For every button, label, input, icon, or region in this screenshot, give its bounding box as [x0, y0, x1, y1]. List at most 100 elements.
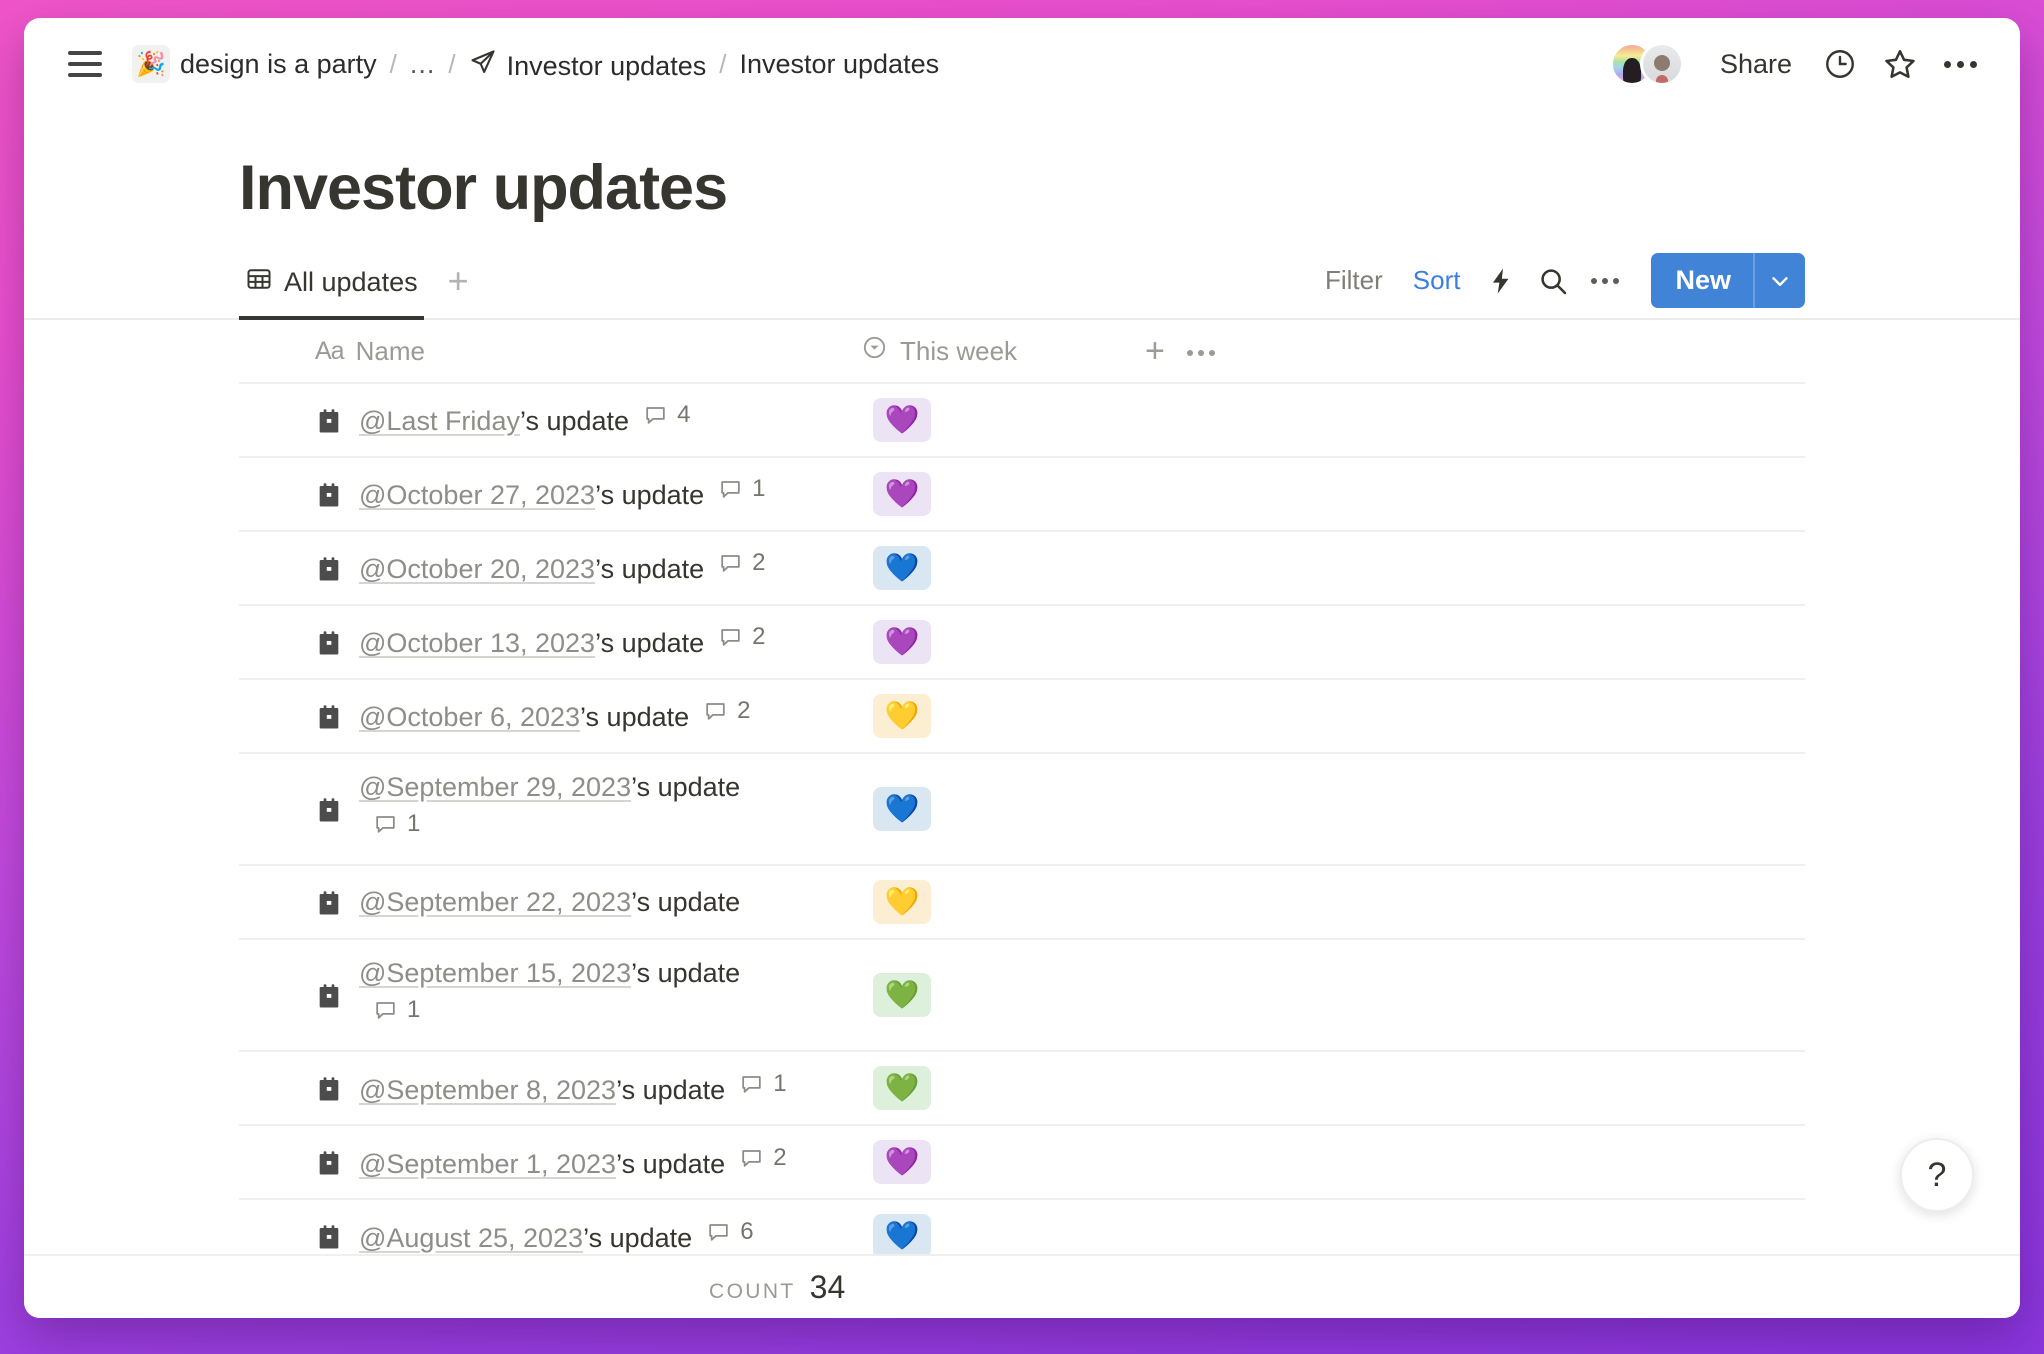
- comment-count[interactable]: 2: [703, 694, 751, 729]
- cell-this-week[interactable]: 💛: [861, 866, 1141, 938]
- new-button[interactable]: New: [1651, 253, 1753, 308]
- row-title[interactable]: @Last Friday’s update 4: [359, 398, 690, 441]
- cell-name[interactable]: @September 29, 2023’s update 1: [239, 754, 861, 864]
- date-mention[interactable]: @Last Friday: [359, 406, 520, 436]
- row-title[interactable]: @August 25, 2023’s update 6: [359, 1215, 754, 1258]
- cell-empty[interactable]: [1141, 866, 1805, 938]
- table-row[interactable]: @October 13, 2023’s update 2 💜: [239, 606, 1805, 680]
- table-row[interactable]: @September 22, 2023’s update 💛: [239, 866, 1805, 941]
- cell-empty[interactable]: [1141, 754, 1805, 864]
- table-row[interactable]: @September 29, 2023’s update 1 💙: [239, 754, 1805, 867]
- cell-name[interactable]: @September 22, 2023’s update: [239, 866, 861, 938]
- comment-count[interactable]: 1: [718, 472, 766, 507]
- cell-name[interactable]: @October 20, 2023’s update 2: [239, 532, 861, 604]
- breadcrumb-current[interactable]: Investor updates: [739, 49, 939, 80]
- search-icon[interactable]: [1529, 257, 1577, 305]
- date-mention[interactable]: @October 20, 2023: [359, 554, 595, 584]
- page-title[interactable]: Investor updates: [24, 152, 2020, 224]
- row-title[interactable]: @October 27, 2023’s update 1: [359, 472, 766, 515]
- hamburger-menu-icon[interactable]: [68, 51, 102, 77]
- more-horizontal-icon[interactable]: [1581, 257, 1629, 305]
- table-row[interactable]: @October 20, 2023’s update 2 💙: [239, 532, 1805, 606]
- cell-this-week[interactable]: 💙: [861, 754, 1141, 864]
- comment-count[interactable]: 4: [643, 398, 690, 433]
- table-row[interactable]: @Last Friday’s update 4 💜: [239, 384, 1805, 458]
- comment-count[interactable]: 1: [373, 807, 420, 842]
- cell-empty[interactable]: [1141, 940, 1805, 1050]
- column-actions: +: [1141, 320, 1215, 382]
- column-header-name[interactable]: Aa Name: [239, 320, 861, 382]
- cell-this-week[interactable]: 💚: [861, 940, 1141, 1050]
- column-more-icon[interactable]: [1186, 346, 1215, 356]
- cell-this-week[interactable]: 💙: [861, 532, 1141, 604]
- breadcrumb-workspace[interactable]: design is a party: [180, 49, 377, 80]
- cell-empty[interactable]: [1141, 1052, 1805, 1124]
- row-title[interactable]: @October 13, 2023’s update 2: [359, 620, 766, 663]
- cell-name[interactable]: @October 6, 2023’s update 2: [239, 680, 861, 752]
- row-title[interactable]: @September 22, 2023’s update: [359, 883, 740, 922]
- row-title[interactable]: @September 8, 2023’s update 1: [359, 1067, 787, 1110]
- date-mention[interactable]: @October 27, 2023: [359, 480, 595, 510]
- breadcrumb-parent[interactable]: Investor updates: [469, 47, 706, 82]
- cell-empty[interactable]: [1141, 606, 1805, 678]
- date-mention[interactable]: @September 29, 2023: [359, 772, 631, 802]
- cell-empty[interactable]: [1141, 458, 1805, 530]
- cell-name[interactable]: @September 1, 2023’s update 2: [239, 1126, 861, 1198]
- date-mention[interactable]: @September 22, 2023: [359, 887, 631, 917]
- breadcrumb-ellipsis[interactable]: ...: [410, 49, 436, 80]
- clock-icon[interactable]: [1814, 38, 1866, 90]
- row-title[interactable]: @October 6, 2023’s update 2: [359, 694, 751, 737]
- sort-button[interactable]: Sort: [1400, 258, 1474, 303]
- comment-count[interactable]: 2: [718, 546, 766, 581]
- add-column-button[interactable]: +: [1145, 334, 1165, 368]
- comment-count[interactable]: 1: [739, 1067, 787, 1102]
- comment-count[interactable]: 2: [718, 620, 766, 655]
- row-title[interactable]: @September 15, 2023’s update 1: [359, 954, 740, 1036]
- table-row[interactable]: @October 6, 2023’s update 2 💛: [239, 680, 1805, 754]
- date-mention[interactable]: @September 15, 2023: [359, 958, 631, 988]
- cell-empty[interactable]: [1141, 680, 1805, 752]
- cell-name[interactable]: @October 13, 2023’s update 2: [239, 606, 861, 678]
- cell-name[interactable]: @October 27, 2023’s update 1: [239, 458, 861, 530]
- date-mention[interactable]: @September 1, 2023: [359, 1149, 616, 1179]
- comment-count[interactable]: 1: [373, 993, 420, 1028]
- cell-empty[interactable]: [1141, 384, 1805, 456]
- table-row[interactable]: @October 27, 2023’s update 1 💜: [239, 458, 1805, 532]
- cell-this-week[interactable]: 💜: [861, 384, 1141, 456]
- collaborator-avatars[interactable]: [1609, 42, 1684, 86]
- add-view-button[interactable]: +: [448, 263, 469, 299]
- cell-this-week[interactable]: 💜: [861, 458, 1141, 530]
- cell-name[interactable]: @September 15, 2023’s update 1: [239, 940, 861, 1050]
- tab-all-updates[interactable]: All updates: [239, 258, 424, 320]
- date-mention[interactable]: @October 6, 2023: [359, 702, 580, 732]
- table-row[interactable]: @September 8, 2023’s update 1 💚: [239, 1052, 1805, 1127]
- chevron-down-icon[interactable]: [1753, 253, 1805, 308]
- comment-count[interactable]: 2: [739, 1141, 787, 1176]
- row-title[interactable]: @September 29, 2023’s update 1: [359, 768, 740, 850]
- lightning-bolt-icon[interactable]: [1477, 257, 1525, 305]
- date-mention[interactable]: @September 8, 2023: [359, 1075, 616, 1105]
- more-horizontal-icon[interactable]: [1934, 38, 1986, 90]
- cell-name[interactable]: @September 8, 2023’s update 1: [239, 1052, 861, 1124]
- table-row[interactable]: @September 15, 2023’s update 1 💚: [239, 940, 1805, 1053]
- share-button[interactable]: Share: [1706, 41, 1806, 88]
- cell-this-week[interactable]: 💜: [861, 1126, 1141, 1198]
- star-icon[interactable]: [1874, 38, 1926, 90]
- avatar[interactable]: [1639, 42, 1684, 86]
- table-row[interactable]: @September 1, 2023’s update 2 💜: [239, 1126, 1805, 1201]
- cell-this-week[interactable]: 💜: [861, 606, 1141, 678]
- row-title[interactable]: @September 1, 2023’s update 2: [359, 1141, 787, 1184]
- cell-empty[interactable]: [1141, 1126, 1805, 1198]
- cell-this-week[interactable]: 💚: [861, 1052, 1141, 1124]
- count-summary[interactable]: COUNT 34: [239, 1269, 845, 1306]
- date-mention[interactable]: @August 25, 2023: [359, 1223, 583, 1253]
- cell-this-week[interactable]: 💛: [861, 680, 1141, 752]
- date-mention[interactable]: @October 13, 2023: [359, 628, 595, 658]
- row-title[interactable]: @October 20, 2023’s update 2: [359, 546, 766, 589]
- help-button[interactable]: ?: [1900, 1138, 1974, 1212]
- filter-button[interactable]: Filter: [1312, 258, 1396, 303]
- cell-name[interactable]: @Last Friday’s update 4: [239, 384, 861, 456]
- cell-empty[interactable]: [1141, 532, 1805, 604]
- comment-count[interactable]: 6: [706, 1215, 754, 1250]
- column-header-this-week[interactable]: This week: [861, 320, 1141, 382]
